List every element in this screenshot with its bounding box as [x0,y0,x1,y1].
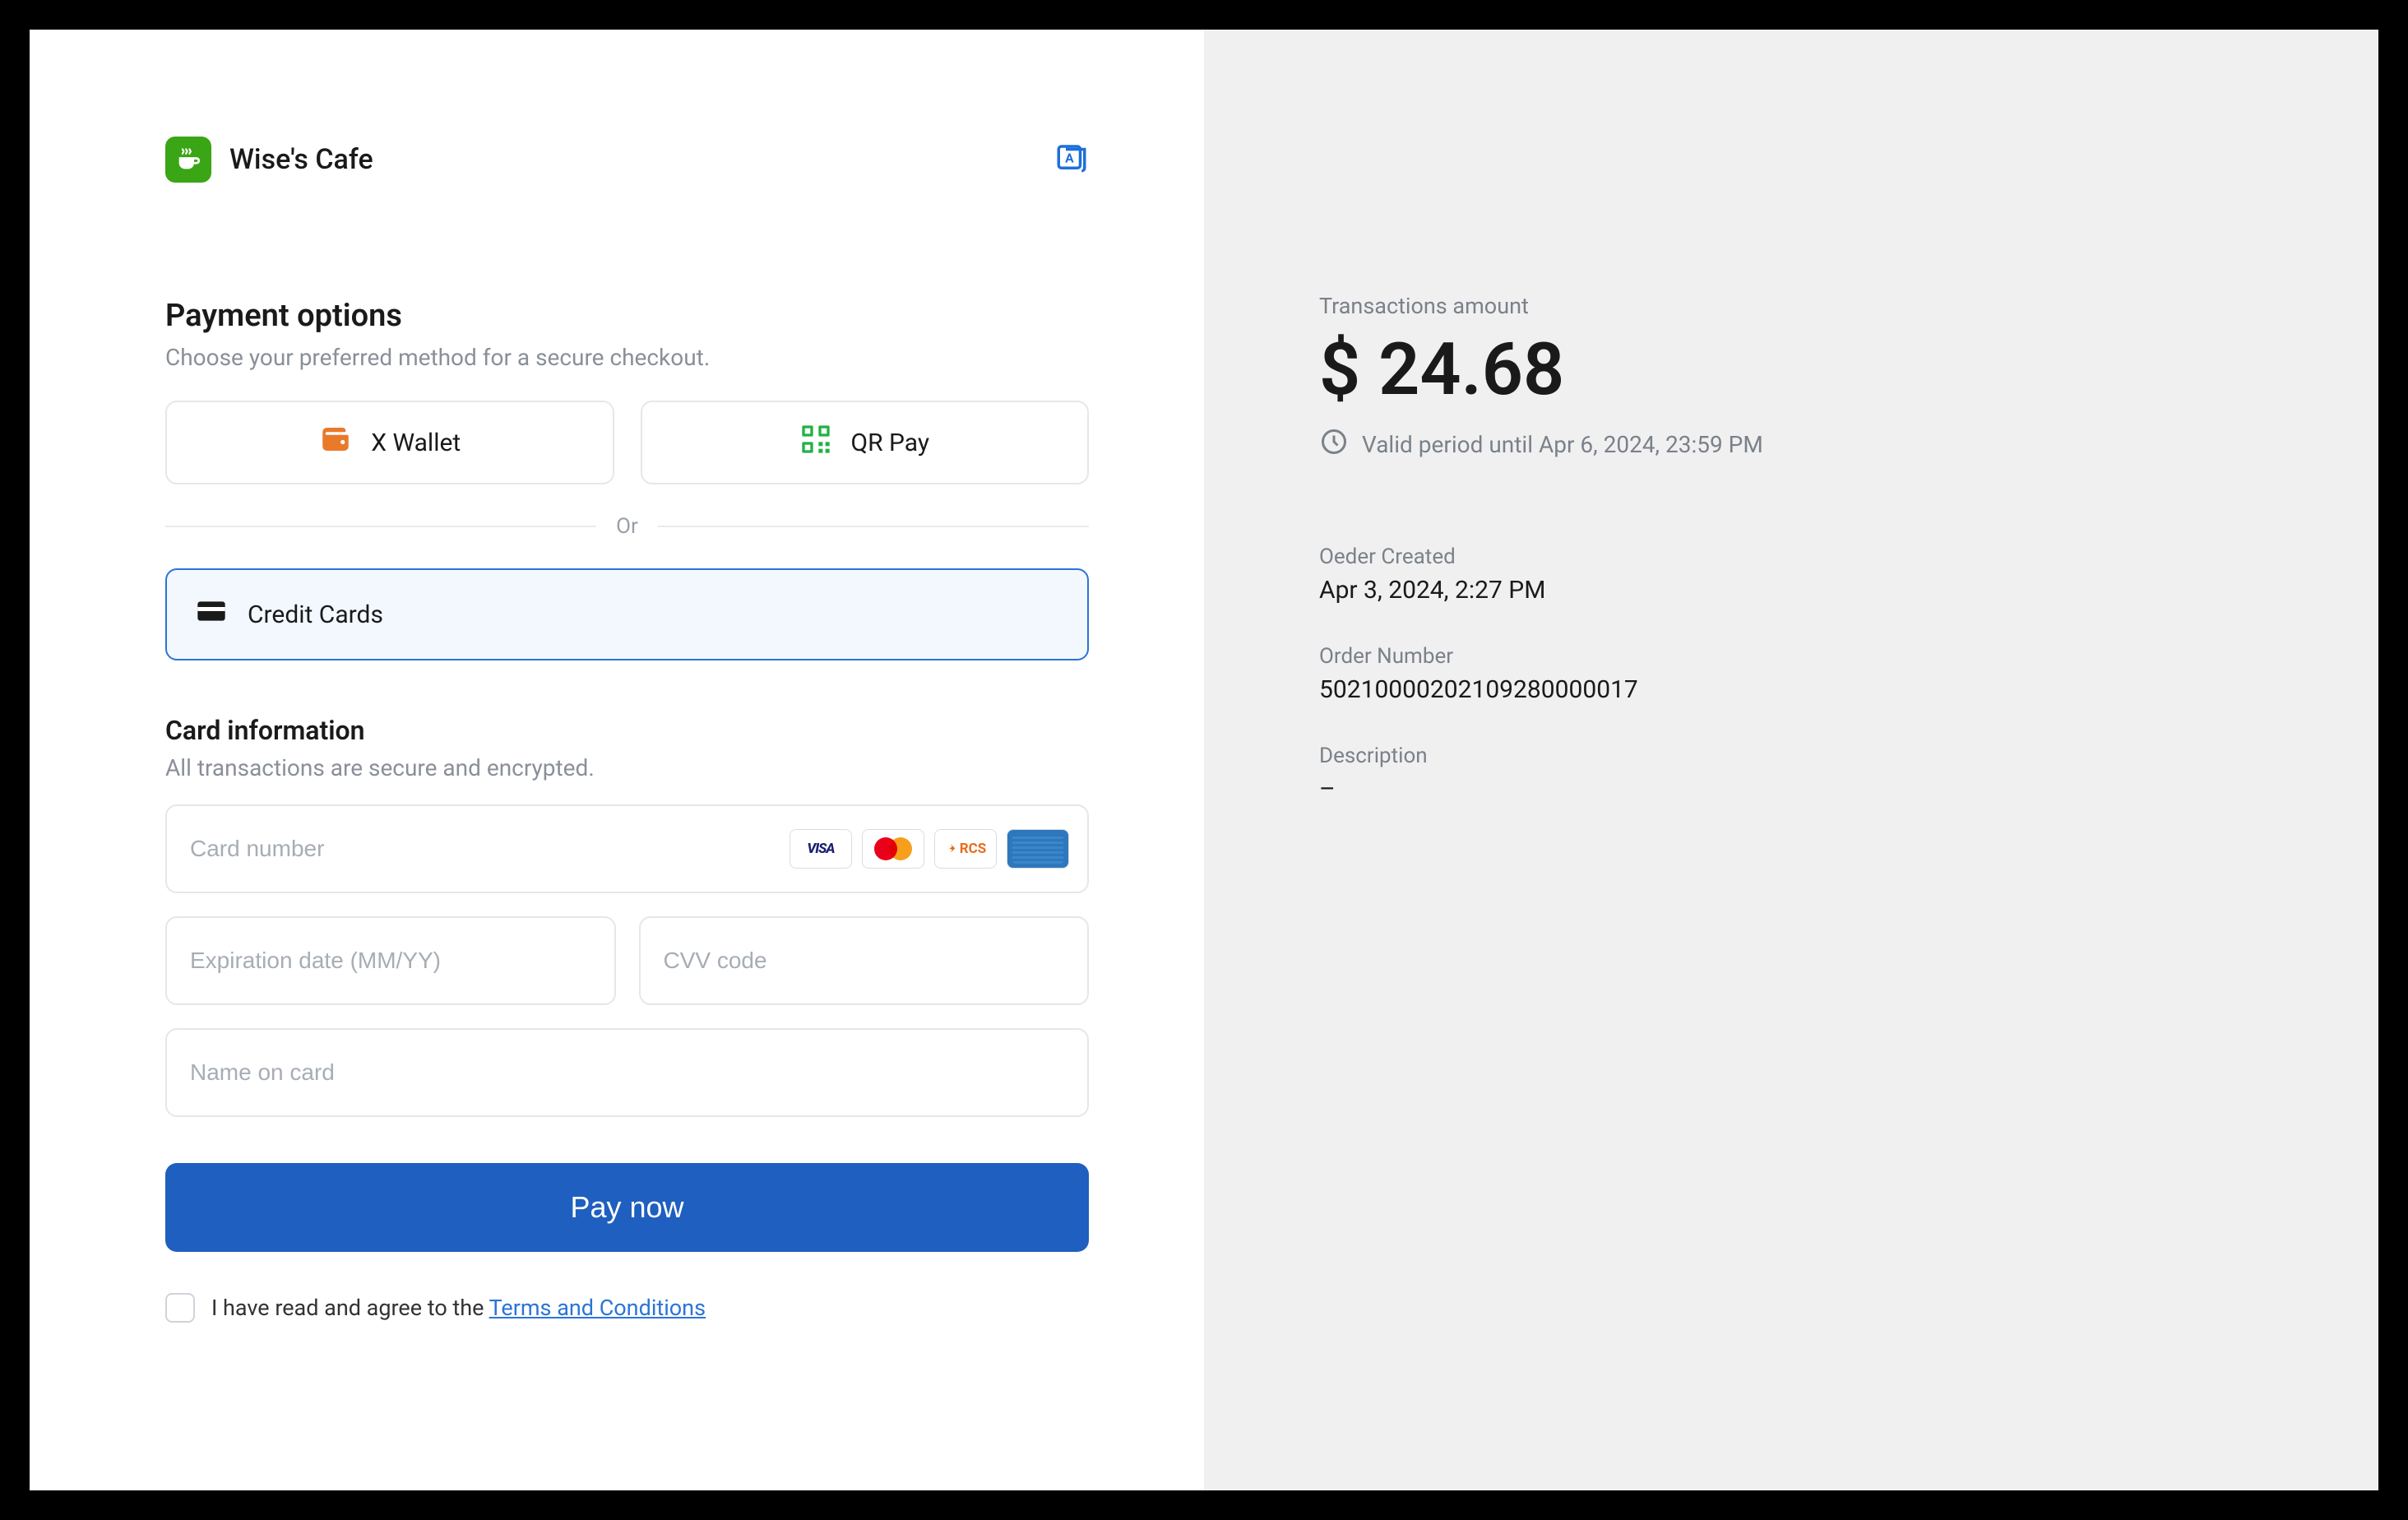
brand: Wise's Cafe [165,137,373,183]
credit-card-icon [195,595,228,634]
amount-value: $ 24.68 [1319,327,2263,412]
order-created-label: Oeder Created [1319,545,2263,569]
language-selector-icon[interactable]: A [1054,141,1089,178]
expiration-input[interactable] [165,916,616,1005]
terms-text: I have read and agree to the Terms and C… [211,1295,706,1321]
x-wallet-option[interactable]: X Wallet [165,401,614,484]
description-label: Description [1319,744,2263,768]
credit-card-label: Credit Cards [248,600,383,629]
or-label: Or [616,514,638,539]
rcs-icon: RCS [934,829,997,869]
qr-pay-option[interactable]: QR Pay [641,401,1090,484]
brand-header: Wise's Cafe A [165,137,1089,183]
pay-now-button[interactable]: Pay now [165,1163,1089,1252]
order-created-value: Apr 3, 2024, 2:27 PM [1319,576,2263,605]
terms-link[interactable]: Terms and Conditions [489,1295,706,1321]
brand-name: Wise's Cafe [229,143,373,176]
name-on-card-input[interactable] [165,1028,1089,1117]
valid-period-row: Valid period until Apr 6, 2024, 23:59 PM [1319,427,2263,462]
order-number-value: 50210000202109280000017 [1319,675,2263,704]
x-wallet-label: X Wallet [371,429,461,457]
wallet-icon [318,422,353,463]
cafe-logo-icon [165,137,211,183]
description-value: – [1319,775,2263,804]
svg-text:A: A [1065,150,1074,165]
card-info-title: Card information [165,715,1089,746]
valid-period-text: Valid period until Apr 6, 2024, 23:59 PM [1362,431,1763,458]
terms-checkbox[interactable] [165,1293,195,1323]
qr-icon [799,423,832,462]
payment-options-title: Payment options [165,298,1089,334]
qr-pay-label: QR Pay [850,429,929,457]
card-brand-icons: VISA RCS [790,829,1069,869]
order-number-label: Order Number [1319,644,2263,669]
clock-icon [1319,427,1349,462]
mastercard-icon [862,829,924,869]
amount-label: Transactions amount [1319,293,2263,319]
credit-card-option[interactable]: Credit Cards [165,568,1089,660]
cvv-input[interactable] [639,916,1090,1005]
visa-icon: VISA [790,829,852,869]
payment-options-subtitle: Choose your preferred method for a secur… [165,344,1089,371]
amex-icon [1007,829,1069,869]
or-divider: Or [165,514,1089,539]
card-info-subtitle: All transactions are secure and encrypte… [165,754,1089,781]
